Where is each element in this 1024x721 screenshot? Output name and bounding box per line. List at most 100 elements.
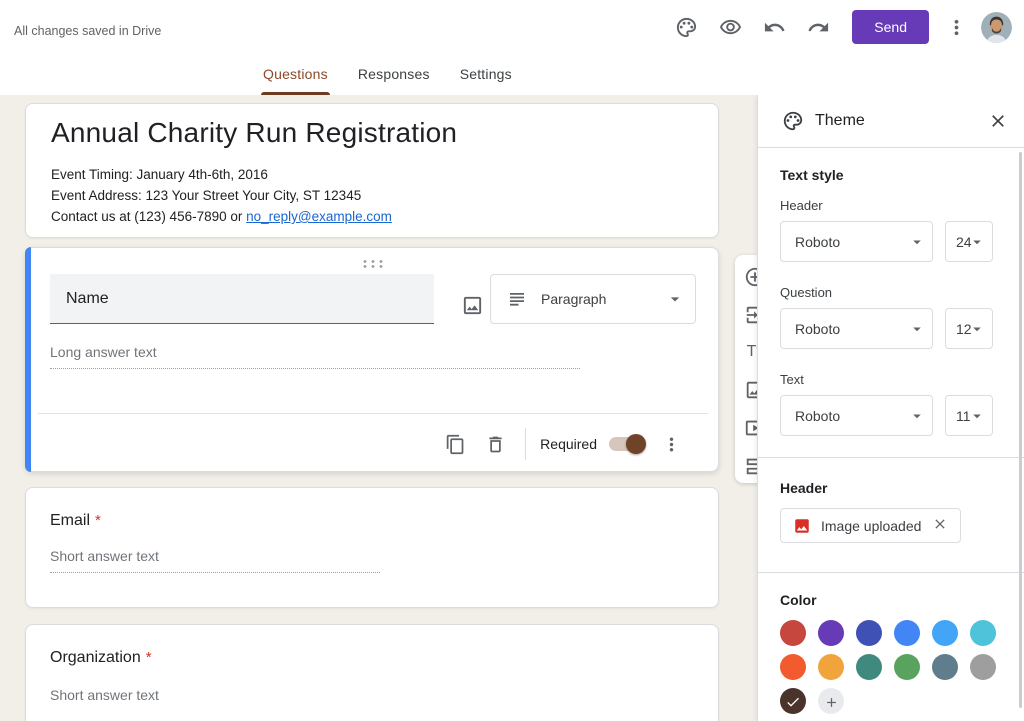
color-swatch-blue[interactable]	[894, 620, 920, 646]
remove-header-image-button[interactable]	[930, 516, 950, 536]
more-vert-icon	[945, 16, 968, 39]
save-status: All changes saved in Drive	[14, 24, 161, 38]
color-swatch-blue-grey[interactable]	[932, 654, 958, 680]
theme-panel-title: Theme	[815, 112, 865, 130]
answer-placeholder: Short answer text	[50, 687, 380, 711]
undo-button[interactable]	[752, 9, 796, 45]
question-card-email[interactable]: Email* Short answer text	[25, 487, 719, 608]
account-avatar[interactable]	[981, 12, 1012, 43]
question-title: Organization*	[50, 649, 152, 667]
chevron-down-icon	[908, 407, 926, 425]
header-size-select[interactable]: 24	[945, 221, 993, 262]
required-asterisk: *	[95, 512, 101, 529]
color-heading: Color	[780, 592, 817, 608]
question-title-input[interactable]	[50, 274, 434, 324]
question-card-organization[interactable]: Organization* Short answer text	[25, 624, 719, 721]
chevron-down-icon	[665, 289, 685, 309]
send-button[interactable]: Send	[852, 10, 929, 44]
redo-icon	[807, 16, 830, 39]
question-title: Email*	[50, 512, 101, 530]
text-style-heading: Text style	[780, 167, 844, 183]
close-theme-panel-button[interactable]	[984, 108, 1012, 136]
tab-questions[interactable]: Questions	[261, 66, 330, 95]
footer-divider	[525, 428, 526, 460]
more-options-button[interactable]	[939, 9, 973, 45]
question-size-select[interactable]: 12	[945, 308, 993, 349]
top-actions: Send	[664, 9, 1012, 45]
eye-icon	[719, 16, 742, 39]
form-title-card[interactable]: Annual Charity Run Registration Event Ti…	[25, 103, 719, 238]
tab-bar: Questions Responses Settings	[261, 66, 514, 95]
tab-settings-label: Settings	[460, 66, 512, 82]
tab-settings[interactable]: Settings	[458, 66, 514, 95]
text-size-select[interactable]: 11	[945, 395, 993, 436]
color-swatch-red[interactable]	[780, 620, 806, 646]
question-card-name[interactable]: Paragraph Long answer text Required	[25, 247, 719, 472]
redo-button[interactable]	[796, 9, 840, 45]
image-uploaded-chip[interactable]: Image uploaded	[780, 508, 961, 543]
header-font-select[interactable]: Roboto	[780, 221, 933, 262]
header-image-heading: Header	[780, 480, 827, 496]
question-font-select[interactable]: Roboto	[780, 308, 933, 349]
tab-responses-label: Responses	[358, 66, 430, 82]
question-footer-toolbar: Required	[26, 420, 718, 468]
color-swatch-teal[interactable]	[856, 654, 882, 680]
text-font-select[interactable]: Roboto	[780, 395, 933, 436]
description-line-timing: Event Timing: January 4th-6th, 2016	[51, 164, 392, 185]
color-swatch-amber[interactable]	[818, 654, 844, 680]
color-swatch-purple[interactable]	[818, 620, 844, 646]
color-swatch-light-blue[interactable]	[932, 620, 958, 646]
tab-responses[interactable]: Responses	[356, 66, 432, 95]
color-swatch-green[interactable]	[894, 654, 920, 680]
customize-theme-button[interactable]	[664, 9, 708, 45]
color-swatch-indigo[interactable]	[856, 620, 882, 646]
trash-icon	[485, 434, 506, 455]
section-divider	[758, 457, 1024, 458]
color-swatch-brown-selected[interactable]	[780, 688, 806, 714]
section-divider	[758, 572, 1024, 573]
text-font-label: Text	[780, 372, 804, 387]
card-footer-divider	[38, 413, 708, 414]
copy-icon	[445, 434, 466, 455]
question-more-button[interactable]	[656, 426, 686, 462]
add-image-button[interactable]	[450, 287, 494, 323]
form-description[interactable]: Event Timing: January 4th-6th, 2016 Even…	[51, 164, 392, 227]
chevron-down-icon	[968, 233, 986, 251]
delete-question-button[interactable]	[475, 426, 515, 462]
required-label: Required	[540, 436, 597, 452]
theme-panel-header: Theme	[758, 95, 1024, 148]
active-tab-underline	[261, 92, 330, 95]
image-icon	[793, 517, 811, 535]
header-font-label: Header	[780, 198, 823, 213]
more-vert-icon	[661, 434, 682, 455]
preview-button[interactable]	[708, 9, 752, 45]
paragraph-icon	[507, 289, 527, 309]
close-icon	[932, 516, 948, 532]
panel-scrollbar[interactable]	[1019, 152, 1022, 708]
description-line-contact: Contact us at (123) 456-7890 or no_reply…	[51, 206, 392, 227]
answer-placeholder: Short answer text	[50, 548, 380, 573]
tab-questions-label: Questions	[263, 66, 328, 82]
question-type-select[interactable]: Paragraph	[490, 274, 696, 324]
color-swatch-cyan[interactable]	[970, 620, 996, 646]
check-icon	[785, 694, 801, 710]
contact-email-link[interactable]: no_reply@example.com	[246, 209, 392, 224]
required-toggle[interactable]	[609, 434, 646, 454]
drag-handle[interactable]	[361, 259, 383, 268]
plus-icon	[824, 695, 839, 710]
image-icon	[461, 294, 484, 317]
add-custom-color-button[interactable]	[818, 688, 844, 714]
undo-icon	[763, 16, 786, 39]
top-bar: All changes saved in Drive Send	[0, 0, 1024, 95]
palette-icon	[675, 16, 698, 39]
description-line-address: Event Address: 123 Your Street Your City…	[51, 185, 392, 206]
color-swatch-deep-orange[interactable]	[780, 654, 806, 680]
chevron-down-icon	[968, 320, 986, 338]
toggle-knob	[626, 434, 646, 454]
color-swatch-grey[interactable]	[970, 654, 996, 680]
duplicate-question-button[interactable]	[435, 426, 475, 462]
question-type-value: Paragraph	[541, 291, 606, 307]
answer-placeholder: Long answer text	[50, 344, 580, 369]
form-title[interactable]: Annual Charity Run Registration	[51, 117, 457, 149]
chevron-down-icon	[908, 320, 926, 338]
